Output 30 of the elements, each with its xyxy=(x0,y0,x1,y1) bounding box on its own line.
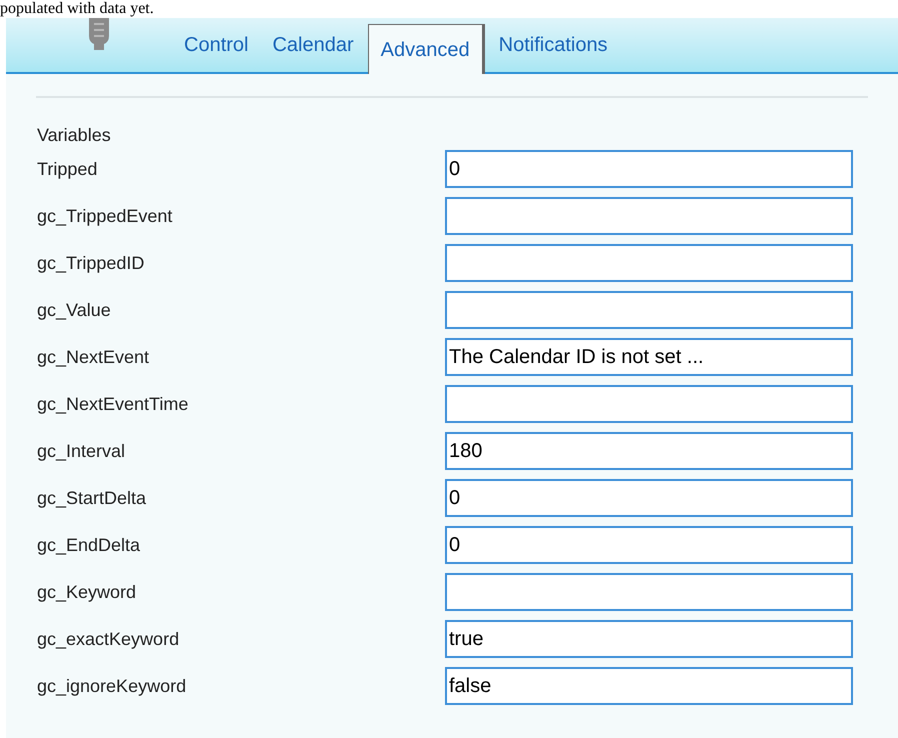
variable-label: gc_TrippedEvent xyxy=(37,204,174,228)
tab[interactable]: Calendar xyxy=(260,22,366,68)
variable-label: gc_NextEvent xyxy=(37,346,150,369)
variable-label: gc_Keyword xyxy=(37,580,138,604)
variable-label: gc_EndDelta xyxy=(37,534,142,557)
variable-label: gc_Value xyxy=(37,298,112,322)
variable-label: gc_ignoreKeyword xyxy=(37,674,188,698)
variable-label: gc_TrippedID xyxy=(37,252,146,275)
variable-input[interactable]: true xyxy=(445,620,853,658)
variable-input[interactable]: The Calendar ID is not set ... xyxy=(445,338,853,376)
variable-input[interactable] xyxy=(445,197,853,235)
tab[interactable]: Advanced xyxy=(368,24,485,74)
variable-input[interactable]: false xyxy=(445,667,853,705)
variable-input[interactable] xyxy=(445,385,853,423)
variable-input[interactable]: 180 xyxy=(445,432,853,470)
variable-input[interactable]: 0 xyxy=(445,150,853,188)
variable-label: gc_exactKeyword xyxy=(37,628,180,651)
variable-input[interactable] xyxy=(445,291,853,329)
variable-label: gc_Interval xyxy=(37,440,126,463)
tab[interactable]: Control xyxy=(172,22,260,68)
intro-text: populated with data yet. xyxy=(0,0,155,18)
section-title: Variables xyxy=(37,124,112,147)
variable-label: gc_NextEventTime xyxy=(37,392,190,416)
tab[interactable]: Notifications xyxy=(486,22,620,68)
variable-input[interactable] xyxy=(445,244,853,282)
variable-label: Tripped xyxy=(37,158,98,181)
variable-input[interactable]: 0 xyxy=(445,526,853,564)
variable-label: gc_StartDelta xyxy=(37,486,148,510)
variable-input[interactable]: 0 xyxy=(445,479,853,517)
variable-input[interactable] xyxy=(445,573,853,611)
